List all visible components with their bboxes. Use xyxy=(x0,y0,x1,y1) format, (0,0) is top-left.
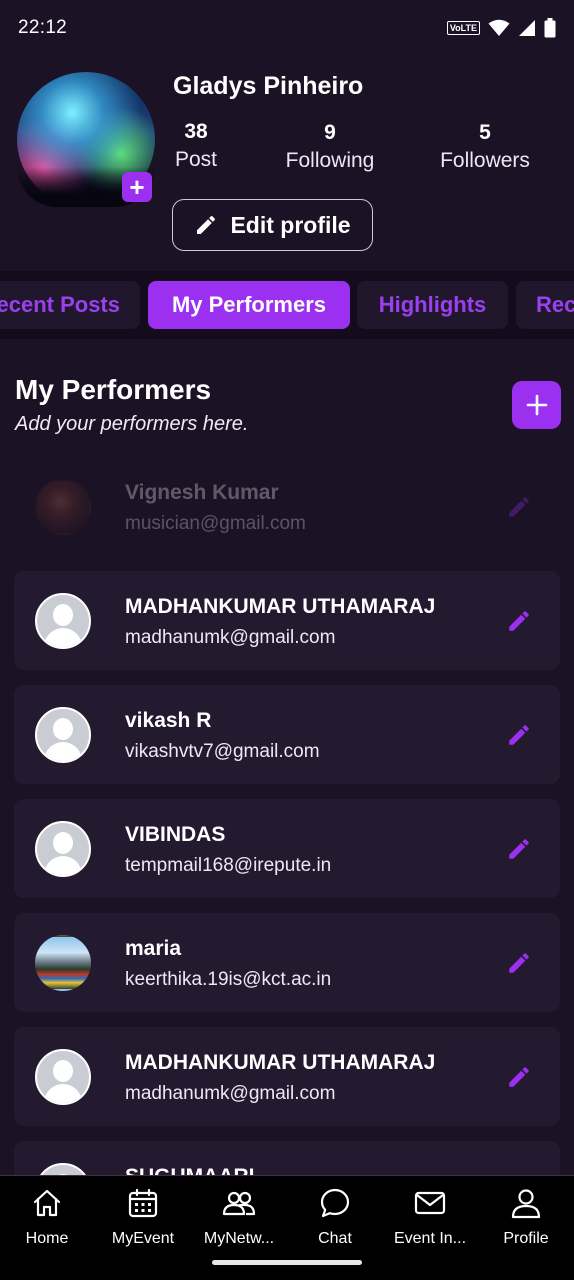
performer-card[interactable]: MADHANKUMAR UTHAMARAJ madhanumk@gmail.co… xyxy=(14,1027,560,1126)
edit-profile-label: Edit profile xyxy=(230,211,351,238)
edit-performer-icon[interactable] xyxy=(506,608,532,634)
performer-name: Vignesh Kumar xyxy=(125,481,279,504)
nav-mynetwork-label: MyNetw... xyxy=(203,1230,275,1247)
tab-rec-label: Rec xyxy=(536,292,574,317)
performer-card[interactable]: Vignesh Kumar musician@gmail.com xyxy=(14,457,560,556)
stat-posts[interactable]: 38 Post xyxy=(168,120,224,172)
nav-home[interactable]: Home xyxy=(0,1186,95,1248)
default-avatar-icon xyxy=(35,707,91,763)
nav-event-invites[interactable]: Event In... xyxy=(382,1186,478,1248)
performer-email: madhanumk@gmail.com xyxy=(125,627,336,648)
performer-email: musician@gmail.com xyxy=(125,513,306,534)
tab-highlights-label: Highlights xyxy=(378,292,487,317)
stat-followers-value: 5 xyxy=(479,121,491,144)
performer-card[interactable]: maria keerthika.19is@kct.ac.in xyxy=(14,913,560,1012)
calendar-icon xyxy=(128,1188,158,1218)
edit-performer-icon[interactable] xyxy=(506,950,532,976)
stat-followers[interactable]: 5 Followers xyxy=(432,121,538,173)
chat-icon xyxy=(320,1188,350,1218)
edit-performer-icon[interactable] xyxy=(506,1064,532,1090)
performer-card[interactable]: VIBINDAS tempmail168@irepute.in xyxy=(14,799,560,898)
people-icon xyxy=(222,1191,256,1216)
performer-name: maria xyxy=(125,937,182,960)
nav-event-invites-label: Event In... xyxy=(393,1230,467,1247)
signal-icon xyxy=(519,20,535,36)
add-photo-button[interactable]: + xyxy=(122,172,152,202)
volte-icon: VoLTE xyxy=(446,21,480,35)
profile-name: Gladys Pinheiro xyxy=(173,72,364,100)
performer-email: keerthika.19is@kct.ac.in xyxy=(125,969,332,990)
tab-highlights[interactable]: Highlights xyxy=(357,281,508,329)
section-subtitle: Add your performers here. xyxy=(15,413,249,435)
edit-profile-button[interactable]: Edit profile xyxy=(172,199,373,251)
stat-posts-value: 38 xyxy=(184,120,208,143)
nav-myevent[interactable]: MyEvent xyxy=(95,1186,191,1248)
nav-chat-label: Chat xyxy=(318,1230,352,1247)
edit-performer-icon[interactable] xyxy=(506,494,532,520)
edit-performer-icon[interactable] xyxy=(506,722,532,748)
performer-name: vikash R xyxy=(125,709,212,732)
performer-avatar xyxy=(35,935,91,991)
performer-email: tempmail168@irepute.in xyxy=(125,855,332,876)
tab-recent-posts-label: Recent Posts xyxy=(0,292,120,317)
profile-avatar-container[interactable]: + xyxy=(17,72,155,207)
performer-email: madhanumk@gmail.com xyxy=(125,1083,336,1104)
battery-icon xyxy=(544,18,556,38)
performer-name: VIBINDAS xyxy=(125,823,226,846)
stat-posts-label: Post xyxy=(174,148,218,171)
status-bar: 22:12 VoLTE xyxy=(0,0,574,56)
stat-followers-label: Followers xyxy=(440,149,530,172)
nav-myevent-label: MyEvent xyxy=(111,1230,175,1247)
add-performer-button[interactable] xyxy=(512,381,561,429)
tab-rec[interactable]: Rec xyxy=(516,281,574,329)
home-icon xyxy=(33,1189,61,1217)
default-avatar-icon xyxy=(35,593,91,649)
stat-following-value: 9 xyxy=(324,121,336,144)
tab-my-performers[interactable]: My Performers xyxy=(148,281,350,329)
nav-profile[interactable]: Profile xyxy=(478,1186,574,1248)
performer-name: MADHANKUMAR UTHAMARAJ xyxy=(125,1051,436,1074)
default-avatar-icon xyxy=(35,1049,91,1105)
stat-following-label: Following xyxy=(285,149,375,172)
section-title: My Performers xyxy=(15,374,212,405)
performer-email: vikashvtv7@gmail.com xyxy=(125,741,320,762)
wifi-icon xyxy=(488,19,510,36)
status-icons: VoLTE xyxy=(446,18,556,38)
tab-recent-posts[interactable]: Recent Posts xyxy=(0,281,140,329)
nav-profile-label: Profile xyxy=(503,1230,549,1247)
status-time: 22:12 xyxy=(18,17,68,38)
pencil-icon xyxy=(197,215,216,234)
plus-icon xyxy=(526,394,547,416)
default-avatar-icon xyxy=(35,821,91,877)
performer-card[interactable]: MADHANKUMAR UTHAMARAJ madhanumk@gmail.co… xyxy=(14,571,560,670)
home-indicator[interactable] xyxy=(212,1260,362,1265)
performer-card[interactable]: vikash R vikashvtv7@gmail.com xyxy=(14,685,560,784)
performer-avatar xyxy=(35,479,91,535)
edit-performer-icon[interactable] xyxy=(506,836,532,862)
nav-chat[interactable]: Chat xyxy=(287,1186,383,1248)
stat-following[interactable]: 9 Following xyxy=(280,121,380,173)
tab-my-performers-label: My Performers xyxy=(171,292,327,317)
nav-mynetwork[interactable]: MyNetw... xyxy=(191,1186,287,1248)
performer-name: MADHANKUMAR UTHAMARAJ xyxy=(125,595,436,618)
profile-tabs: Recent Posts My Performers Highlights Re… xyxy=(0,271,574,339)
nav-home-label: Home xyxy=(25,1230,69,1247)
person-icon xyxy=(511,1189,541,1219)
mail-icon xyxy=(414,1191,446,1215)
